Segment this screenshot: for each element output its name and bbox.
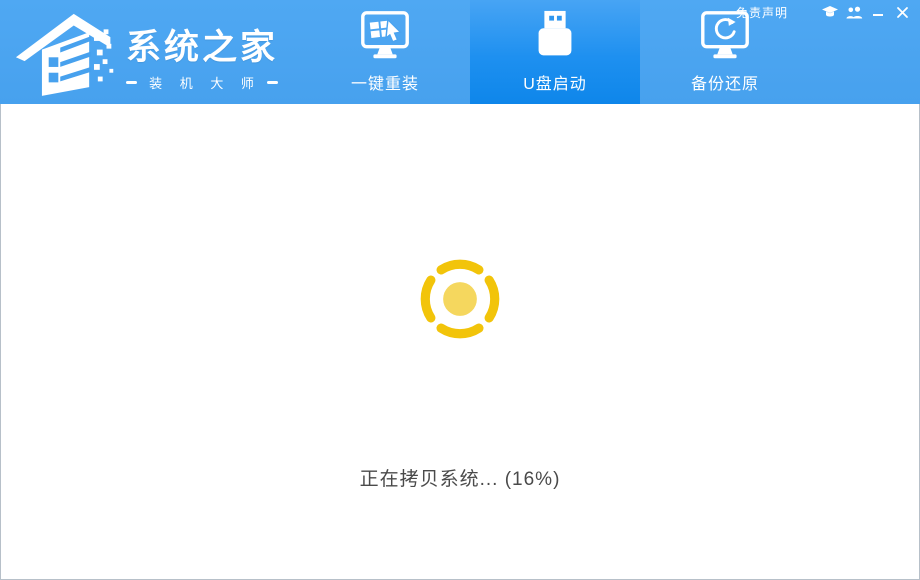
brand-name: 系统之家	[126, 26, 278, 70]
usb-drive-icon	[524, 8, 586, 66]
brand-text: 系统之家 装 机 大 师	[126, 12, 278, 92]
subtitle-dash-left	[126, 81, 137, 84]
app-header: 系统之家 装 机 大 师	[0, 0, 920, 104]
qq-group-icon[interactable]	[844, 3, 864, 21]
status-text: 正在拷贝系统... (16%)	[1, 464, 919, 491]
main-tabs: 一键重装 U盘启动	[300, 0, 810, 104]
app-window: 系统之家 装 机 大 师	[0, 0, 920, 580]
loading-spinner	[414, 253, 506, 345]
titlebar-controls: 免责声明	[736, 3, 912, 21]
minimize-icon[interactable]	[868, 3, 888, 21]
tab-label: 备份还原	[691, 70, 759, 94]
house-pixels-icon	[14, 6, 120, 98]
tab-onekey-reinstall[interactable]: 一键重装	[300, 0, 470, 104]
tab-label: U盘启动	[523, 70, 587, 94]
disclaimer-link[interactable]: 免责声明	[736, 4, 788, 21]
tab-label: 一键重装	[351, 70, 419, 94]
brand: 系统之家 装 机 大 师	[14, 6, 278, 98]
graduation-cap-icon[interactable]	[820, 3, 840, 21]
close-icon[interactable]	[892, 3, 912, 21]
monitor-windows-icon	[354, 8, 416, 66]
subtitle-dash-right	[267, 81, 278, 84]
brand-subtitle: 装 机 大 师	[126, 73, 278, 92]
tab-usb-boot[interactable]: U盘启动	[470, 0, 640, 104]
content-area: 正在拷贝系统... (16%)	[0, 104, 920, 580]
brand-subtitle-label: 装 机 大 师	[137, 73, 267, 92]
